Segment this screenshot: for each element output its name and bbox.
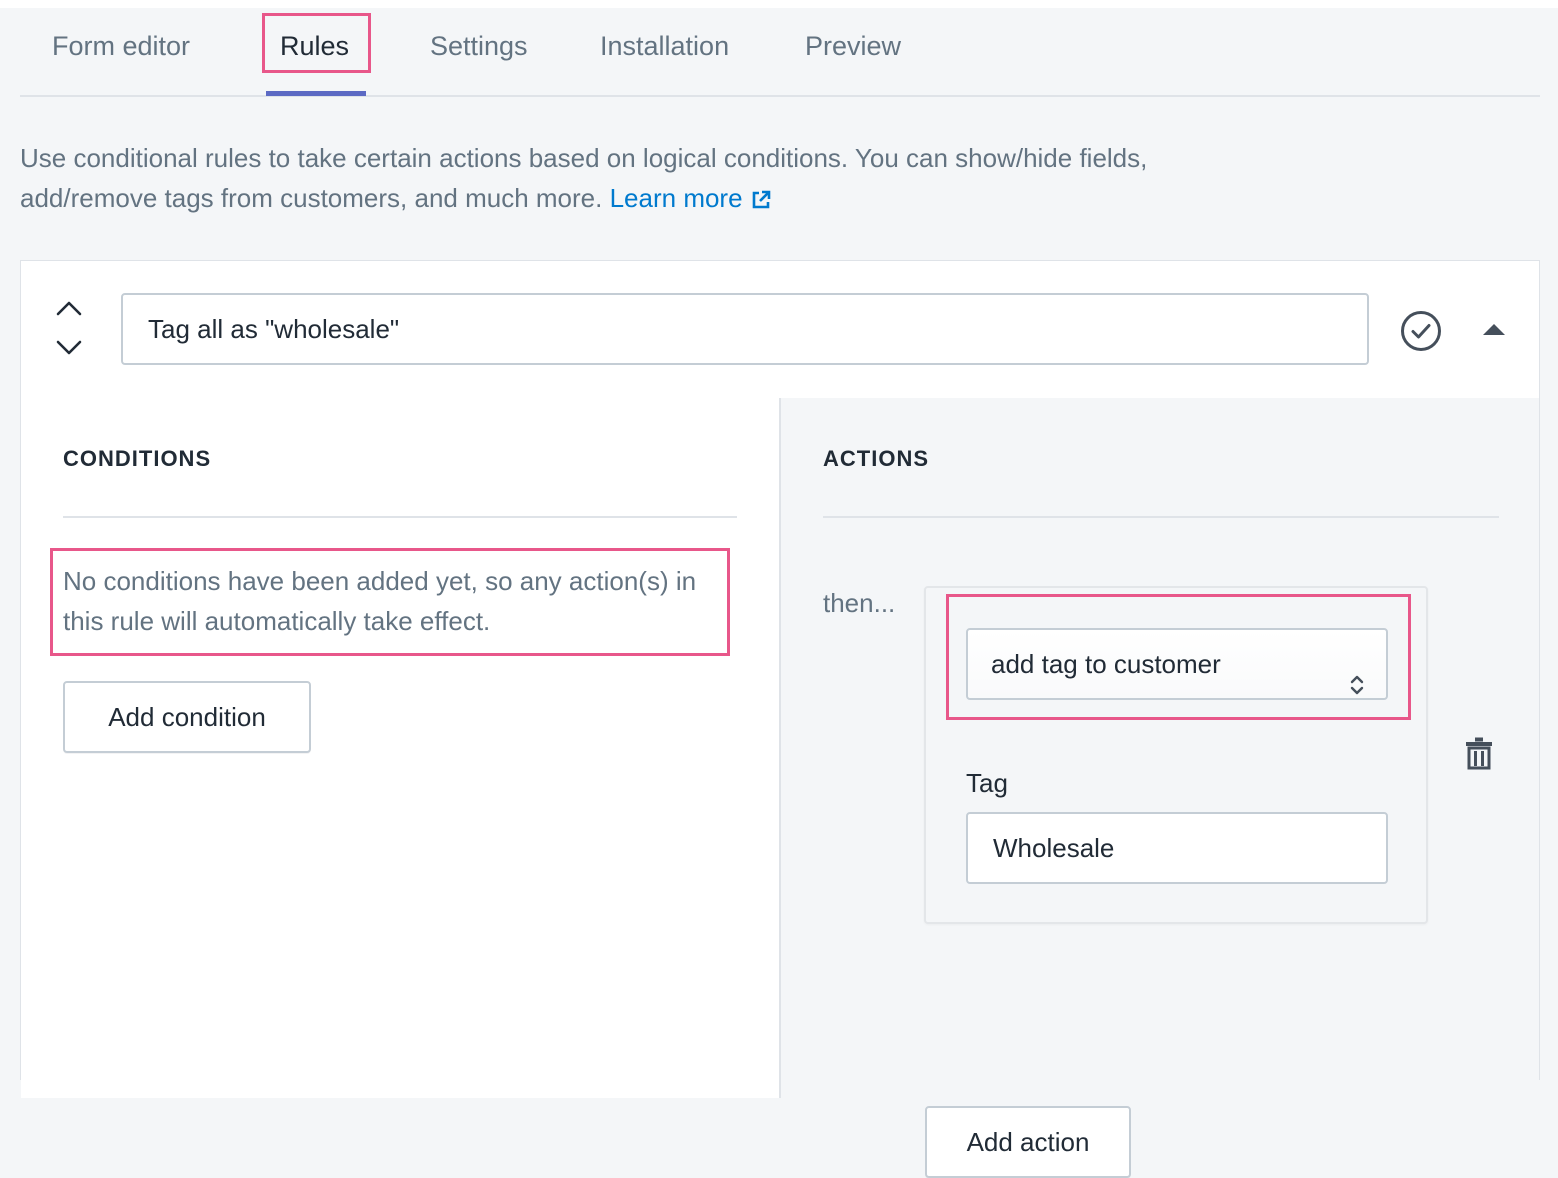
external-link-icon — [751, 181, 771, 221]
check-circle-icon[interactable] — [1399, 309, 1443, 353]
action-type-value: add tag to customer — [991, 649, 1221, 679]
move-down-chevron-icon[interactable] — [49, 333, 89, 363]
actions-section: ACTIONS then... add tag to customer Tag … — [781, 398, 1539, 1178]
move-up-chevron-icon[interactable] — [49, 293, 89, 323]
top-strip — [0, 0, 1558, 8]
intro-text: Use conditional rules to take certain ac… — [20, 143, 1148, 213]
actions-title: ACTIONS — [823, 446, 929, 471]
no-conditions-message: No conditions have been added yet, so an… — [63, 566, 697, 636]
tab-settings[interactable]: Settings — [430, 26, 528, 66]
conditions-divider — [63, 516, 737, 518]
tab-form-editor[interactable]: Form editor — [52, 26, 190, 66]
rule-name-input[interactable]: Tag all as "wholesale" — [121, 293, 1369, 365]
tab-bar: Form editor Rules Settings Installation … — [20, 8, 1540, 97]
learn-more-link[interactable]: Learn more — [610, 183, 771, 213]
intro-text-block: Use conditional rules to take certain ac… — [20, 138, 1240, 221]
rule-card-header: Tag all as "wholesale" — [21, 261, 1539, 400]
add-condition-button[interactable]: Add condition — [63, 681, 311, 753]
tag-input[interactable]: Wholesale — [966, 812, 1388, 884]
then-label: then... — [823, 588, 896, 618]
rule-card: Tag all as "wholesale" CONDITIONS No con… — [20, 260, 1540, 1178]
conditions-section: CONDITIONS No conditions have been added… — [21, 398, 781, 1098]
tab-installation[interactable]: Installation — [600, 26, 729, 66]
action-type-select[interactable]: add tag to customer — [966, 628, 1388, 700]
select-arrows-icon — [1350, 654, 1364, 695]
tab-preview[interactable]: Preview — [805, 26, 901, 66]
actions-divider — [823, 516, 1499, 518]
active-tab-indicator — [266, 91, 366, 96]
action-item-panel: add tag to customer Tag Wholesale — [924, 586, 1428, 924]
tag-field-label: Tag — [966, 768, 1008, 798]
collapse-caret-up-icon[interactable] — [1481, 319, 1507, 339]
trash-icon[interactable] — [1464, 736, 1494, 770]
add-action-button[interactable]: Add action — [925, 1106, 1131, 1178]
conditions-title: CONDITIONS — [63, 446, 212, 471]
tab-rules[interactable]: Rules — [280, 26, 349, 66]
